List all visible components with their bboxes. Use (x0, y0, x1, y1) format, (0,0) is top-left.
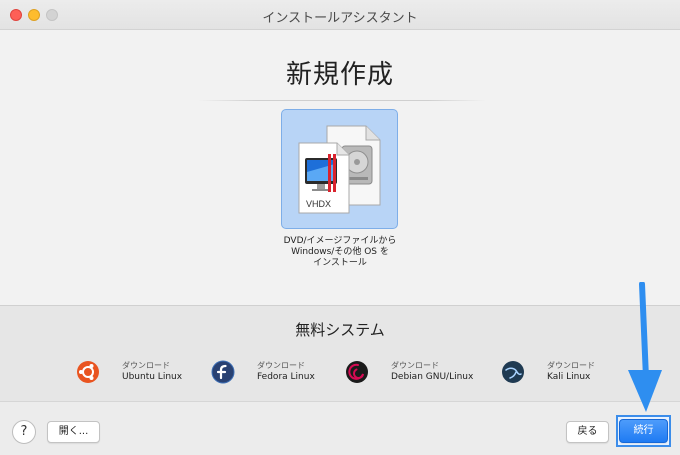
download-label: ダウンロード (122, 361, 170, 370)
distro-name: Ubuntu Linux (122, 372, 183, 382)
debian-logo-icon (346, 361, 368, 383)
install-from-image-option[interactable]: VHDX (281, 109, 398, 229)
heading-divider (198, 100, 486, 101)
back-button[interactable]: 戻る (566, 421, 609, 443)
download-label: ダウンロード (391, 361, 439, 370)
distro-name: Kali Linux (547, 372, 591, 382)
installation-assistant-window: インストールアシスタント 新規作成 VHDX DVD/イメージファイルから Wi… (0, 0, 680, 455)
download-debian-text: ダウンロード Debian GNU/Linux (391, 360, 473, 384)
bottom-toolbar: ? 開く... 戻る 続行 (0, 401, 680, 455)
download-debian-option[interactable]: ダウンロード Debian GNU/Linux (345, 358, 485, 388)
install-media-icon (298, 125, 381, 214)
vhdx-label: VHDX (306, 199, 332, 209)
ubuntu-logo-icon (77, 361, 99, 383)
free-systems-section: 無料システム ダウンロード Ubuntu Linux ダウンロード Fedora… (0, 305, 680, 401)
download-label: ダウンロード (257, 361, 305, 370)
free-systems-title: 無料システム (295, 321, 385, 339)
caption-line: インストール (313, 258, 367, 268)
caption-line: DVD/イメージファイルから (283, 236, 397, 246)
distro-name: Debian GNU/Linux (391, 372, 474, 382)
download-kali-option[interactable]: ダウンロード Kali Linux (501, 358, 611, 388)
distro-name: Fedora Linux (257, 372, 315, 382)
help-button[interactable]: ? (12, 420, 36, 444)
download-fedora-text: ダウンロード Fedora Linux (257, 360, 315, 384)
download-kali-text: ダウンロード Kali Linux (547, 360, 595, 384)
page-title: 新規作成 (285, 60, 394, 90)
window-title: インストールアシスタント (262, 11, 418, 26)
fedora-logo-icon (211, 360, 235, 384)
kali-logo-icon (502, 361, 524, 383)
download-ubuntu-option[interactable]: ダウンロード Ubuntu Linux (76, 358, 186, 388)
download-ubuntu-text: ダウンロード Ubuntu Linux (122, 360, 182, 384)
title-bar[interactable]: インストールアシスタント (0, 0, 680, 30)
download-fedora-option[interactable]: ダウンロード Fedora Linux (211, 358, 321, 388)
open-button[interactable]: 開く... (47, 421, 100, 443)
caption-line: Windows/その他 OS を (291, 247, 389, 257)
download-label: ダウンロード (547, 361, 595, 370)
continue-button[interactable]: 続行 (619, 419, 668, 443)
install-option-caption: DVD/イメージファイルから Windows/その他 OS を インストール (250, 236, 430, 269)
annotation-arrow-icon (628, 282, 662, 412)
